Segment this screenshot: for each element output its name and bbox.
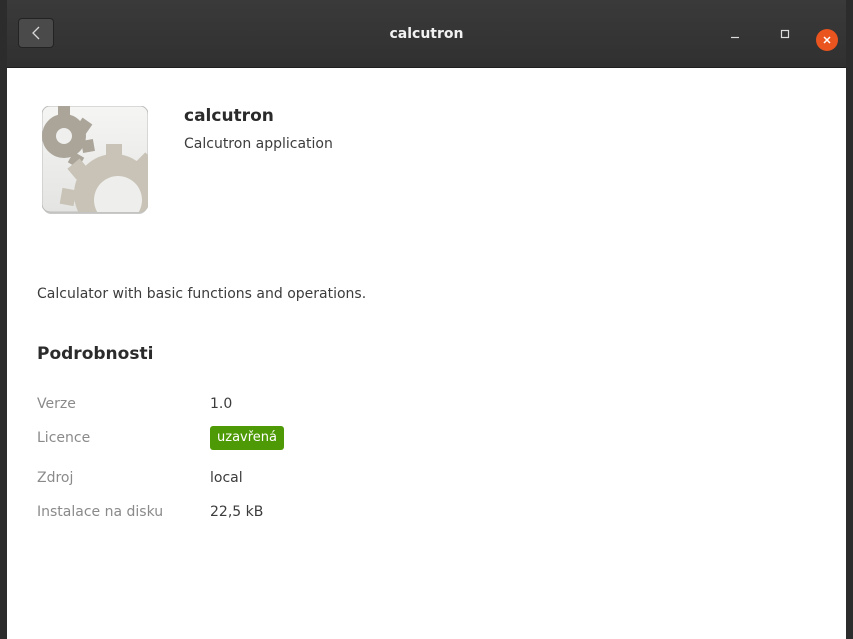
header-bar: calcutron [7, 0, 846, 68]
app-icon [41, 105, 149, 216]
app-summary: Calcutron application [184, 136, 333, 152]
gear-icon [41, 105, 149, 214]
detail-label-license: Licence [37, 430, 91, 446]
back-button[interactable] [18, 18, 54, 48]
detail-label-source: Zdroj [37, 470, 74, 486]
detail-label-install-size: Instalace na disku [37, 504, 164, 520]
detail-row-source: Zdroj local [37, 466, 243, 490]
detail-row-license: Licence uzavřená [37, 426, 284, 450]
details-heading: Podrobnosti [37, 344, 154, 364]
detail-value-version: 1.0 [210, 396, 233, 412]
license-badge[interactable]: uzavřená [210, 426, 284, 450]
app-details-content: calcutron Calcutron application Calculat… [7, 68, 846, 639]
window-title-container: calcutron [7, 0, 846, 67]
window-edge-left [0, 0, 7, 639]
chevron-left-icon [32, 26, 40, 40]
window-title: calcutron [389, 25, 464, 42]
app-description: Calculator with basic functions and oper… [37, 286, 367, 302]
minimize-icon [731, 36, 739, 39]
detail-label-version: Verze [37, 396, 76, 412]
detail-value-install-size: 22,5 kB [210, 504, 264, 520]
close-icon [823, 36, 831, 44]
detail-value-license: uzavřená [210, 426, 284, 450]
detail-row-version: Verze 1.0 [37, 392, 232, 416]
detail-row-install-size: Instalace na disku 22,5 kB [37, 500, 263, 524]
software-window: calcutron calcutron Calcutron applicatio… [0, 0, 853, 639]
close-button[interactable] [816, 29, 838, 51]
detail-value-source: local [210, 470, 243, 486]
maximize-icon [780, 29, 790, 39]
window-edge-right [846, 0, 853, 639]
app-name: calcutron [184, 106, 274, 126]
maximize-button[interactable] [773, 22, 797, 46]
minimize-button[interactable] [723, 22, 747, 46]
